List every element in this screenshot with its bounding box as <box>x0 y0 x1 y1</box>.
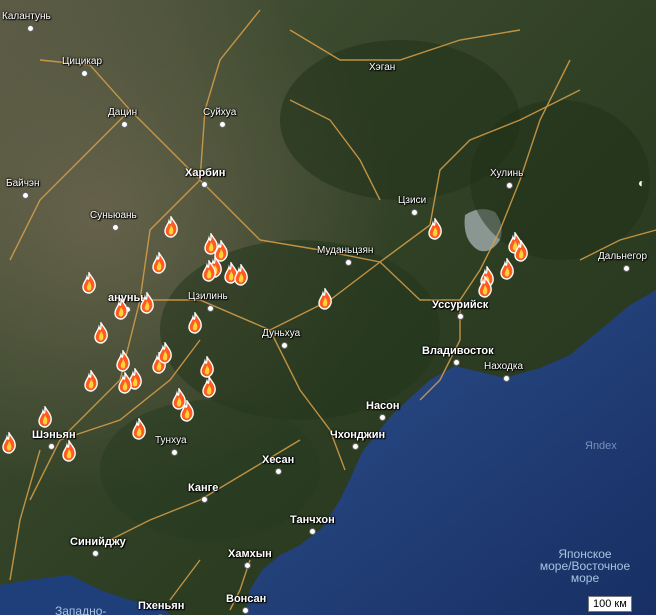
fire-icon[interactable] <box>80 272 98 294</box>
city-label[interactable]: Хэган <box>369 63 395 73</box>
fire-icon[interactable] <box>92 322 110 344</box>
city-label[interactable]: Цзиси <box>398 196 426 206</box>
fire-icon[interactable] <box>232 264 250 286</box>
city-label[interactable]: Вонсан <box>226 594 266 605</box>
city-label[interactable]: Харбин <box>185 168 225 179</box>
city-label[interactable]: Муданьцзян <box>317 246 373 256</box>
city-label[interactable]: Дуньхуа <box>262 329 300 339</box>
sea-label: Японское море/Восточное море <box>530 548 640 584</box>
city-dot <box>506 182 513 189</box>
city-label[interactable]: Канге <box>188 483 218 494</box>
city-label[interactable]: Суньюань <box>90 211 137 221</box>
city-label[interactable]: Хамхын <box>228 549 272 560</box>
city-label[interactable]: Дальнегор <box>598 252 647 262</box>
city-label[interactable]: Чхонджин <box>330 430 385 441</box>
fire-icon[interactable] <box>426 218 444 240</box>
city-dot <box>171 449 178 456</box>
city-dot <box>121 121 128 128</box>
city-label[interactable]: Синийджу <box>70 537 126 548</box>
city-dot <box>345 259 352 266</box>
city-label[interactable]: Пхеньян <box>138 601 184 612</box>
fire-icon[interactable] <box>162 216 180 238</box>
fire-icon[interactable] <box>150 252 168 274</box>
fire-icon[interactable] <box>186 312 204 334</box>
scale-bar: 100 км <box>588 596 632 612</box>
fire-icon[interactable] <box>60 440 78 462</box>
city-dot <box>92 550 99 557</box>
city-label[interactable]: Владивосток <box>422 346 494 357</box>
city-label[interactable]: Калантунь <box>2 12 51 22</box>
city-dot <box>457 313 464 320</box>
city-dot <box>503 375 510 382</box>
city-dot <box>22 192 29 199</box>
city-label[interactable]: Западно- <box>55 605 106 615</box>
map-view[interactable]: Калантунь Цицикар Дацин Суйхуа Харбин Хэган Цз… <box>0 0 656 615</box>
city-label[interactable]: Находка <box>484 362 523 372</box>
city-dot <box>623 265 630 272</box>
fire-icon[interactable] <box>316 288 334 310</box>
fire-icon[interactable] <box>156 342 174 364</box>
city-dot <box>309 528 316 535</box>
city-dot <box>81 70 88 77</box>
fire-icon[interactable] <box>200 260 218 282</box>
city-dot <box>244 562 251 569</box>
city-dot <box>379 414 386 421</box>
fire-icon[interactable] <box>130 418 148 440</box>
fire-icon[interactable] <box>82 370 100 392</box>
city-dot <box>201 496 208 503</box>
city-dot <box>201 181 208 188</box>
city-label[interactable]: Суйхуа <box>203 108 236 118</box>
city-label[interactable]: Хулинь <box>490 169 523 179</box>
city-dot <box>112 224 119 231</box>
sea-label-line: море <box>570 571 600 585</box>
city-dot <box>242 607 249 614</box>
fire-icon[interactable] <box>0 432 18 454</box>
city-dot <box>27 25 34 32</box>
city-label[interactable]: Цзилинь <box>188 292 228 302</box>
city-dot <box>207 305 214 312</box>
city-label[interactable]: Насон <box>366 401 400 412</box>
fire-icon[interactable] <box>498 258 516 280</box>
fire-icon[interactable] <box>200 376 218 398</box>
fire-icon[interactable] <box>112 298 130 320</box>
fire-icon[interactable] <box>36 406 54 428</box>
city-dot <box>411 209 418 216</box>
city-label[interactable]: Тунхуа <box>155 436 187 446</box>
yandex-logo: Яndex <box>585 440 617 452</box>
fire-icon[interactable] <box>116 372 134 394</box>
city-label[interactable]: Хесан <box>262 455 294 466</box>
city-label[interactable]: Танчхон <box>290 515 335 526</box>
fire-icon[interactable] <box>476 276 494 298</box>
fire-icon[interactable] <box>178 400 196 422</box>
city-dot <box>219 121 226 128</box>
city-dot <box>275 468 282 475</box>
city-label[interactable]: Цицикар <box>62 57 102 67</box>
city-dot <box>352 443 359 450</box>
fire-icon[interactable] <box>198 356 216 378</box>
city-dot <box>281 342 288 349</box>
city-label[interactable]: Дацин <box>108 108 137 118</box>
locate-icon[interactable]: ◐ <box>638 176 645 190</box>
city-label[interactable]: Уссурийск <box>432 300 488 311</box>
fire-icon[interactable] <box>138 292 156 314</box>
city-label[interactable]: Байчэн <box>6 179 40 189</box>
city-dot <box>453 359 460 366</box>
city-dot <box>48 443 55 450</box>
